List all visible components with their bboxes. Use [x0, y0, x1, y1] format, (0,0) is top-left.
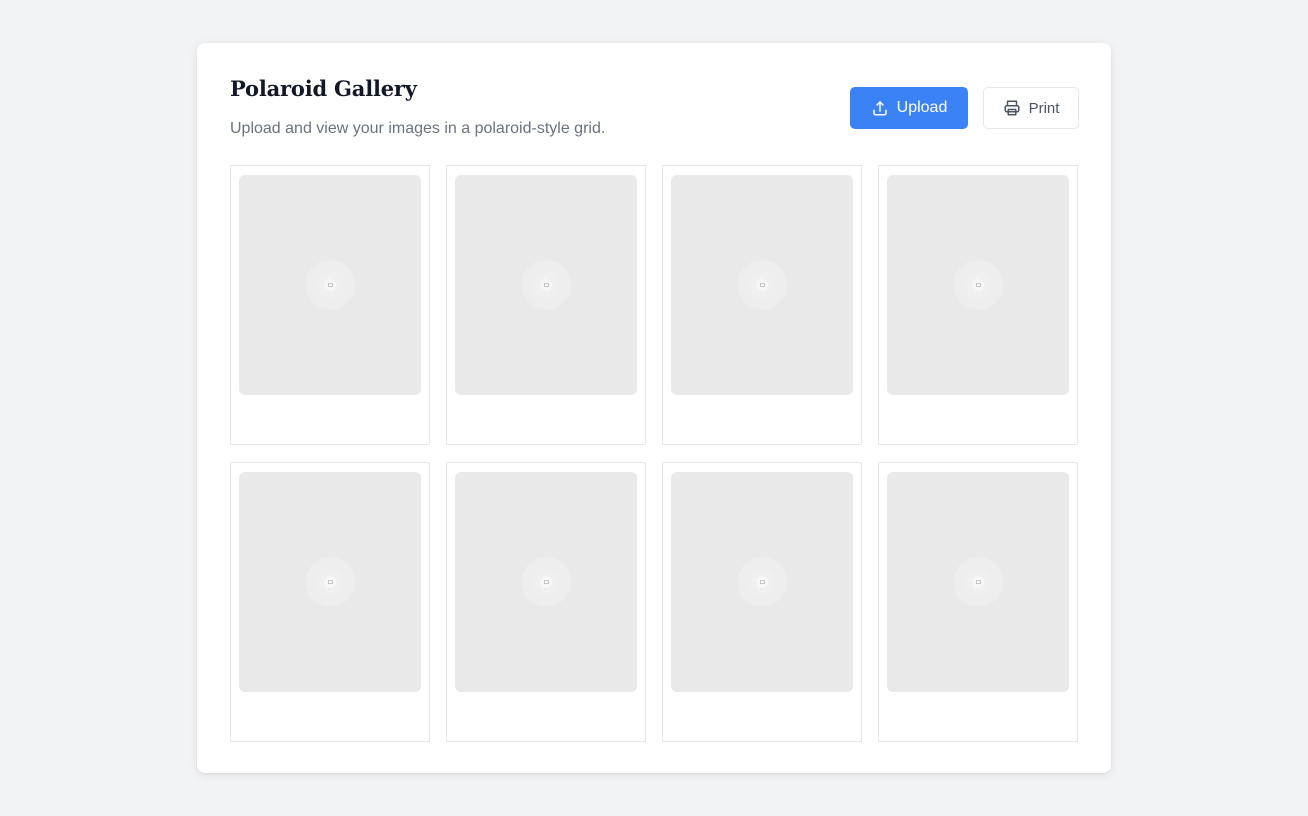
- upload-button-label: Upload: [896, 99, 948, 116]
- image-placeholder-icon: [521, 260, 571, 310]
- upload-button[interactable]: Upload: [850, 87, 968, 129]
- polaroid-card[interactable]: [230, 462, 430, 742]
- upload-icon: [871, 99, 889, 117]
- image-placeholder-icon: [953, 260, 1003, 310]
- photo-placeholder: [671, 472, 853, 692]
- photo-placeholder: [671, 175, 853, 395]
- photo-placeholder: [239, 472, 421, 692]
- polaroid-card[interactable]: [878, 462, 1078, 742]
- print-button-label: Print: [1028, 99, 1060, 117]
- print-button[interactable]: Print: [983, 87, 1079, 129]
- gallery-card: Polaroid Gallery Upload and view your im…: [197, 43, 1111, 773]
- photo-placeholder: [455, 175, 637, 395]
- polaroid-card[interactable]: [662, 165, 862, 445]
- image-placeholder-icon: [521, 557, 571, 607]
- image-placeholder-icon: [305, 557, 355, 607]
- photo-placeholder: [239, 175, 421, 395]
- photo-placeholder: [455, 472, 637, 692]
- polaroid-grid: [230, 165, 1079, 742]
- image-placeholder-icon: [953, 557, 1003, 607]
- polaroid-card[interactable]: [230, 165, 430, 445]
- photo-placeholder: [887, 472, 1069, 692]
- page-subtitle: Upload and view your images in a polaroi…: [230, 120, 606, 137]
- polaroid-card[interactable]: [878, 165, 1078, 445]
- image-placeholder-icon: [305, 260, 355, 310]
- page-title: Polaroid Gallery: [230, 76, 417, 101]
- polaroid-card[interactable]: [446, 165, 646, 445]
- image-placeholder-icon: [737, 557, 787, 607]
- polaroid-card[interactable]: [446, 462, 646, 742]
- polaroid-card[interactable]: [662, 462, 862, 742]
- printer-icon: [1003, 99, 1021, 117]
- photo-placeholder: [887, 175, 1069, 395]
- image-placeholder-icon: [737, 260, 787, 310]
